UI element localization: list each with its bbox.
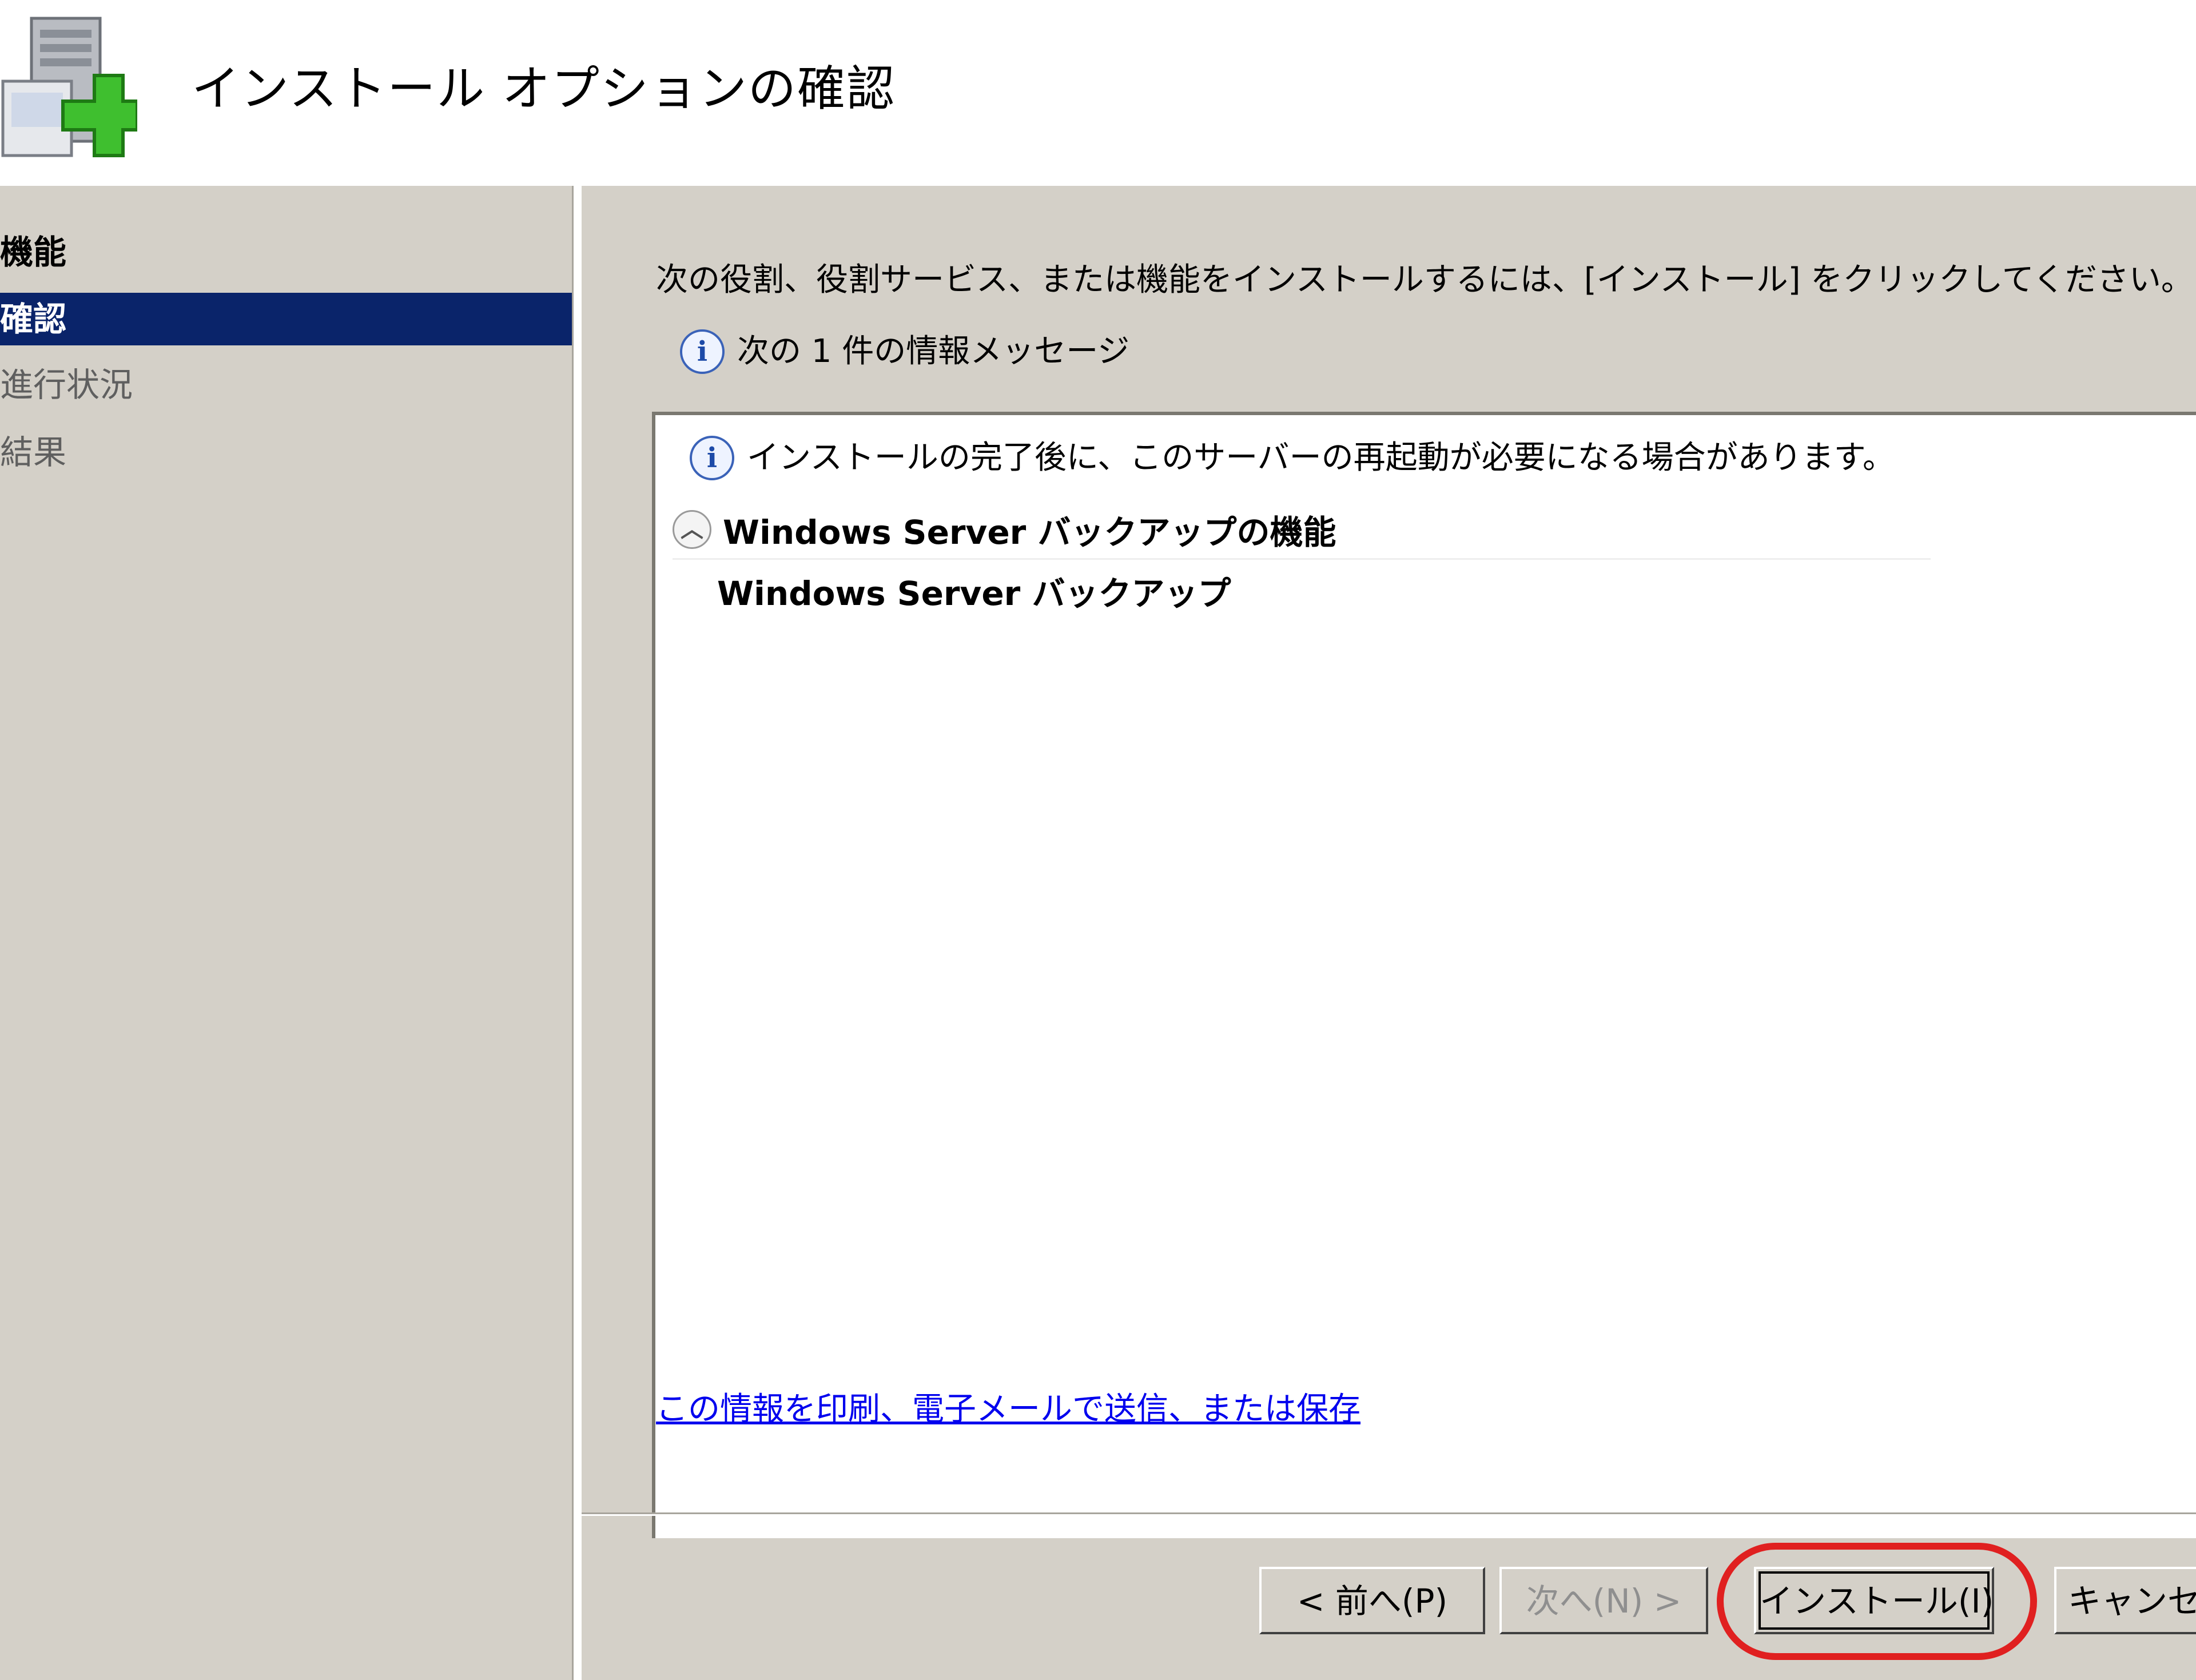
info-icon: i — [680, 329, 725, 374]
install-button[interactable]: インストール(I) — [1754, 1567, 1994, 1634]
back-button[interactable]: < 前へ(P) — [1259, 1567, 1485, 1634]
sidebar-divider — [572, 186, 582, 1680]
sidebar-item-results: 結果 — [0, 433, 67, 472]
chevron-up-icon[interactable]: ︿ — [673, 510, 711, 549]
cancel-button[interactable]: キャンセル — [2054, 1567, 2196, 1634]
wizard-steps-sidebar: 機能 確認 進行状況 結果 — [0, 186, 572, 1680]
print-email-save-link[interactable]: この情報を印刷、電子メールで送信、または保存 — [656, 1384, 1360, 1435]
restart-message-text: インストールの完了後に、このサーバーの再起動が必要になる場合があります。 — [747, 439, 1895, 476]
main-panel: 次の役割、役割サービス、または機能をインストールするには、[インストール] をク… — [582, 186, 2196, 1680]
page-title: インストール オプションの確認 — [192, 61, 896, 117]
restart-message: i インストールの完了後に、このサーバーの再起動が必要になる場合があります。 — [690, 432, 1895, 484]
info-summary: i 次の 1 件の情報メッセージ — [680, 326, 1129, 377]
feature-section-header[interactable]: ︿ Windows Server バックアップの機能 — [673, 501, 1931, 560]
feature-item: Windows Server バックアップ — [717, 574, 1231, 613]
installation-details-box[interactable]: i インストールの完了後に、このサーバーの再起動が必要になる場合があります。 ︿… — [652, 412, 2196, 1538]
server-add-icon — [1, 17, 137, 157]
wizard-header: インストール オプションの確認 — [0, 0, 2196, 186]
footer-divider — [582, 1512, 2196, 1516]
info-summary-text: 次の 1 件の情報メッセージ — [737, 333, 1130, 370]
info-icon: i — [690, 436, 734, 480]
next-button[interactable]: 次へ(N) > — [1499, 1567, 1708, 1634]
feature-section-title: Windows Server バックアップの機能 — [723, 513, 1336, 552]
sidebar-item-confirmation[interactable]: 確認 — [0, 293, 572, 345]
sidebar-item-progress: 進行状況 — [0, 365, 133, 404]
sidebar-item-features[interactable]: 機能 — [0, 226, 572, 278]
intro-text: 次の役割、役割サービス、または機能をインストールするには、[インストール] をク… — [656, 261, 2193, 298]
